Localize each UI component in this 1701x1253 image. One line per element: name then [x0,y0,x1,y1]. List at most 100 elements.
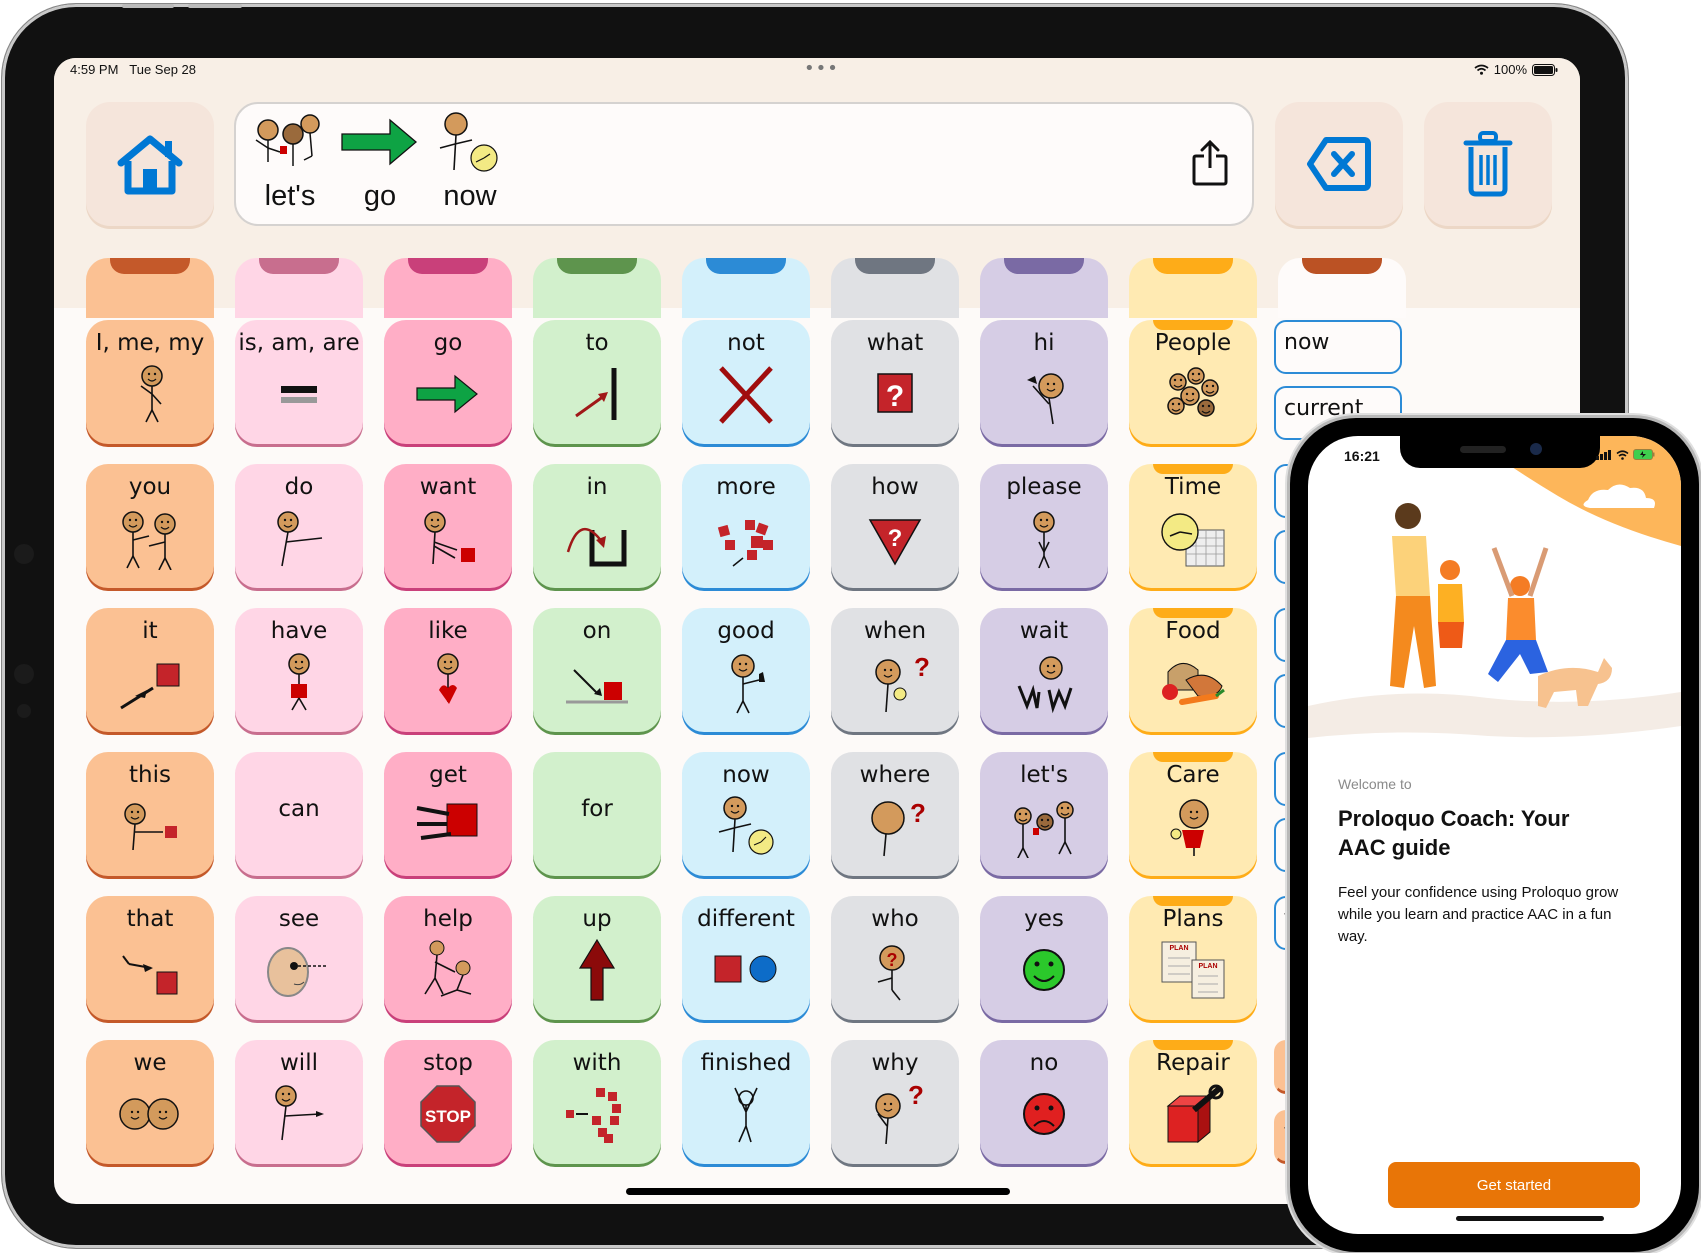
word-cell[interactable]: why? [831,1040,959,1164]
phone-status-time: 16:21 [1344,448,1380,464]
title-line: Proloquo Coach: Your [1338,806,1570,831]
category-tab[interactable] [533,258,661,318]
word-cell[interactable]: that [86,896,214,1020]
word-cell[interactable]: finished [682,1040,810,1164]
message-word[interactable]: let's [250,110,330,213]
word-cell[interactable]: help [384,896,512,1020]
category-tab[interactable] [384,258,512,318]
bezel-dot [14,544,34,564]
category-tab[interactable] [682,258,810,318]
message-word[interactable]: go [340,110,420,213]
word-cell[interactable]: for [533,752,661,876]
battery-charging-icon [1633,449,1655,460]
word-cell[interactable]: in [533,464,661,588]
phone-status-icons [1596,449,1655,460]
cell-label: that [126,906,174,932]
word-cell[interactable]: get [384,752,512,876]
folder-cell-plans[interactable]: Plans PLAN PLAN [1129,896,1257,1020]
word-cell[interactable]: have [235,608,363,732]
cell-label: when [863,618,927,644]
body-line: way. [1338,928,1368,945]
folder-cell-repair[interactable]: Repair [1129,1040,1257,1164]
get-started-button[interactable]: Get started [1388,1162,1640,1208]
cell-label: now [722,762,770,788]
word-cell[interactable]: this [86,752,214,876]
wifi-icon [1474,64,1489,75]
word-cell[interactable]: what? [831,320,959,444]
trash-icon [1463,131,1513,197]
word-cell[interactable]: let's [980,752,1108,876]
category-tab[interactable] [980,258,1108,318]
word-cell[interactable]: who? [831,896,959,1020]
phone-home-indicator[interactable] [1456,1216,1604,1221]
word-cell[interactable]: how? [831,464,959,588]
home-indicator[interactable] [626,1188,1010,1195]
word-cell[interactable]: when? [831,608,959,732]
clear-button[interactable] [1424,102,1552,226]
cell-label: no [1029,1050,1059,1076]
word-cell[interactable]: hi [980,320,1108,444]
cell-label: why [871,1050,919,1076]
word-cell[interactable]: you [86,464,214,588]
word-cell[interactable]: good [682,608,810,732]
word-cell[interactable]: see [235,896,363,1020]
backspace-button[interactable] [1275,102,1403,226]
person-question-mark-icon: ? [860,938,930,1002]
word-cell[interactable]: it [86,608,214,732]
word-cell[interactable]: will [235,1040,363,1164]
cell-label: is, am, are [238,330,360,356]
word-cell[interactable]: no [980,1040,1108,1164]
folder-cell-care[interactable]: Care [1129,752,1257,876]
word-cell[interactable]: more [682,464,810,588]
red-squares-icon [711,506,781,570]
cell-label: want [419,474,477,500]
message-word-text: now [443,180,497,212]
word-cell[interactable]: do [235,464,363,588]
status-right: 100% [1474,62,1558,77]
message-word[interactable]: now [430,110,510,213]
svg-text:?: ? [887,950,898,970]
front-camera [1530,443,1542,455]
prediction-cell[interactable]: now [1274,320,1402,374]
word-cell[interactable]: go [384,320,512,444]
folder-cell-people[interactable]: People [1129,320,1257,444]
folder-cell-food[interactable]: Food [1129,608,1257,732]
word-cell[interactable]: we [86,1040,214,1164]
word-cell[interactable]: is, am, are [235,320,363,444]
cell-label: on [582,618,612,644]
cell-label: you [128,474,172,500]
word-cell[interactable]: wait [980,608,1108,732]
word-cell[interactable]: on [533,608,661,732]
category-tab[interactable] [1278,258,1406,318]
word-cell[interactable]: I, me, my [86,320,214,444]
square-circle-icon [711,938,781,1002]
category-tab[interactable] [86,258,214,318]
home-icon [117,135,183,195]
word-cell[interactable]: can [235,752,363,876]
home-button[interactable] [86,102,214,226]
thumbs-up-person-icon [711,650,781,714]
category-tab[interactable] [831,258,959,318]
word-cell[interactable]: like [384,608,512,732]
tab-accent [408,258,488,274]
word-cell[interactable]: different [682,896,810,1020]
word-cell[interactable]: please [980,464,1108,588]
word-cell[interactable]: yes [980,896,1108,1020]
category-tab[interactable] [1129,258,1257,318]
word-cell[interactable]: now [682,752,810,876]
word-cell[interactable]: where? [831,752,959,876]
word-cell[interactable]: up [533,896,661,1020]
multitasking-dots[interactable]: ••• [804,58,839,79]
category-tab[interactable] [235,258,363,318]
word-cell[interactable]: with [533,1040,661,1164]
word-cell[interactable]: to [533,320,661,444]
message-bar[interactable]: let's go now [234,102,1254,226]
share-button[interactable] [1192,139,1228,190]
word-cell[interactable]: stop STOP [384,1040,512,1164]
folder-tab-accent [1153,464,1233,474]
word-cell[interactable]: want [384,464,512,588]
question-box-icon: ? [860,362,930,426]
word-cell[interactable]: not [682,320,810,444]
cell-label: wait [1019,618,1069,644]
folder-cell-time[interactable]: Time [1129,464,1257,588]
